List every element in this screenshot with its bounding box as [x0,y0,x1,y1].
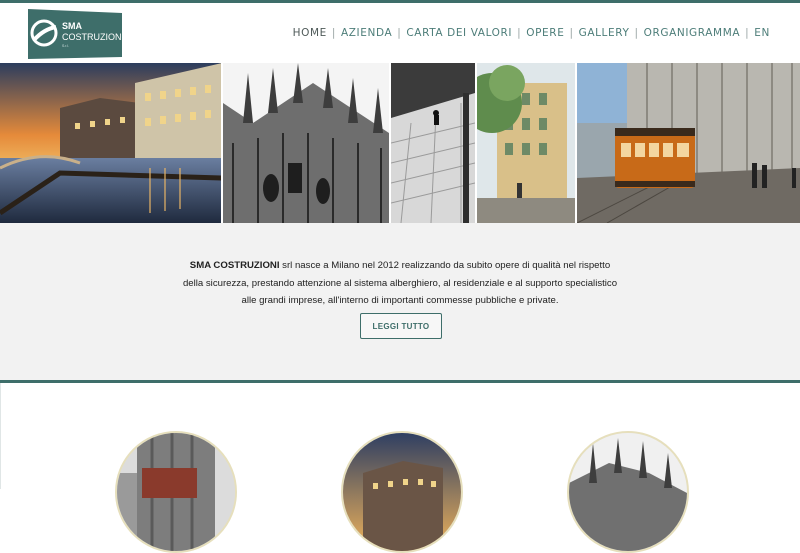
featured-circle-navigli[interactable] [341,431,463,553]
nav-separator: | [331,27,336,39]
featured-circle-duomo-bw[interactable] [567,431,689,553]
nav-separator: | [397,27,402,39]
company-logo[interactable]: SMA COSTRUZIONI S.r.l. [28,7,122,59]
nav-carta-dei-valori[interactable]: CARTA DEI VALORI [406,27,512,39]
nav-opere[interactable]: OPERE [526,27,564,39]
intro-text: SMA COSTRUZIONI srl nasce a Milano nel 2… [180,257,620,310]
intro-company: SMA COSTRUZIONI [189,260,280,271]
logo-subname: COSTRUZIONI [62,32,122,42]
site-header: SMA COSTRUZIONI S.r.l. HOME | AZIENDA | … [0,3,800,63]
nav-separator: | [517,27,522,39]
nav-organigramma[interactable]: ORGANIGRAMMA [644,27,741,39]
photo-tram-duomo [576,63,800,223]
photo-milan-street [476,63,575,223]
featured-section [0,383,800,553]
nav-separator: | [634,27,639,39]
intro-section: SMA COSTRUZIONI srl nasce a Milano nel 2… [0,223,800,383]
nav-language-en[interactable]: EN [754,27,770,39]
logo-suffix: S.r.l. [62,44,69,48]
nav-separator: | [569,27,574,39]
nav-gallery[interactable]: GALLERY [579,27,630,39]
photo-strip [0,63,800,223]
read-more-button[interactable]: LEGGI TUTTO [360,313,442,339]
photo-duomo-bw [223,63,390,223]
photo-navigli-sunset [0,63,222,223]
main-nav: HOME | AZIENDA | CARTA DEI VALORI | OPER… [293,27,770,39]
nav-home[interactable]: HOME [293,27,327,39]
nav-azienda[interactable]: AZIENDA [341,27,392,39]
featured-circle-duomo[interactable] [115,431,237,553]
nav-separator: | [745,27,750,39]
photo-galleria-bw [391,63,475,223]
logo-name: SMA [62,21,83,31]
